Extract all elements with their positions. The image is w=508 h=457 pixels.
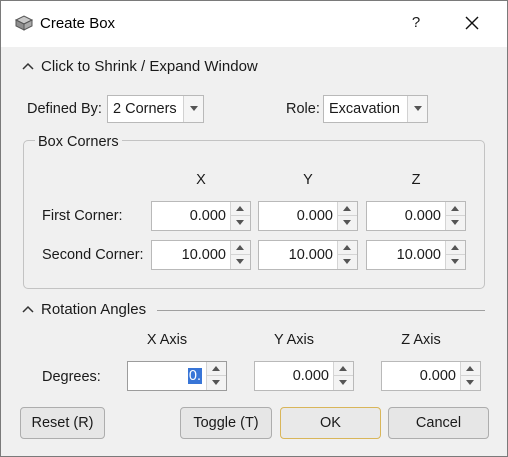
spin-down-icon[interactable] (446, 255, 465, 269)
spin-up-icon[interactable] (207, 362, 226, 376)
spin-down-icon[interactable] (207, 376, 226, 390)
spin-down-icon[interactable] (231, 255, 250, 269)
defined-by-label: Defined By: (27, 101, 102, 117)
section-divider (157, 310, 485, 311)
column-header-y: Y (303, 172, 313, 188)
shrink-expand-label: Click to Shrink / Expand Window (41, 58, 258, 75)
spin-down-icon[interactable] (334, 376, 353, 390)
second-corner-label: Second Corner: (42, 247, 144, 263)
first-corner-y-input[interactable]: 0.000 (258, 201, 358, 231)
defined-by-select[interactable]: 2 Corners (107, 95, 204, 123)
second-corner-x-input[interactable]: 10.000 (151, 240, 251, 270)
spin-up-icon[interactable] (461, 362, 480, 376)
box-corners-title: Box Corners (35, 134, 122, 150)
column-header-x-axis: X Axis (146, 332, 188, 348)
second-corner-x-value: 10.000 (181, 247, 226, 263)
spin-up-icon[interactable] (446, 202, 465, 216)
dropdown-arrow-icon[interactable] (183, 96, 203, 122)
spin-up-icon[interactable] (338, 241, 357, 255)
close-icon (465, 16, 479, 30)
title-bar: Create Box ? (1, 1, 507, 47)
second-corner-y-input[interactable]: 10.000 (258, 240, 358, 270)
rotation-z-value: 0.000 (419, 368, 456, 384)
rotation-y-value: 0.000 (292, 368, 329, 384)
spin-down-icon[interactable] (231, 216, 250, 230)
help-button[interactable]: ? (403, 9, 429, 37)
rotation-angles-toggle[interactable]: Rotation Angles (21, 301, 146, 318)
close-button[interactable] (457, 9, 487, 37)
spin-down-icon[interactable] (461, 376, 480, 390)
reset-button[interactable]: Reset (R) (20, 407, 105, 439)
rotation-x-input[interactable]: 0. (127, 361, 227, 391)
second-corner-y-value: 10.000 (288, 247, 333, 263)
first-corner-label: First Corner: (42, 208, 123, 224)
rotation-z-input[interactable]: 0.000 (381, 361, 481, 391)
shrink-expand-toggle[interactable]: Click to Shrink / Expand Window (21, 58, 258, 78)
second-corner-z-input[interactable]: 10.000 (366, 240, 466, 270)
first-corner-z-value: 0.000 (404, 208, 441, 224)
first-corner-y-value: 0.000 (296, 208, 333, 224)
dropdown-arrow-icon[interactable] (407, 96, 427, 122)
ok-button[interactable]: OK (280, 407, 381, 439)
spin-up-icon[interactable] (338, 202, 357, 216)
spin-down-icon[interactable] (338, 216, 357, 230)
rotation-angles-title: Rotation Angles (41, 301, 147, 318)
role-select[interactable]: Excavation (323, 95, 428, 123)
spin-up-icon[interactable] (334, 362, 353, 376)
window-title: Create Box (40, 15, 116, 32)
spin-down-icon[interactable] (446, 216, 465, 230)
spin-down-icon[interactable] (338, 255, 357, 269)
box-icon (14, 14, 34, 32)
rotation-y-input[interactable]: 0.000 (254, 361, 354, 391)
create-box-dialog: Create Box ? Click to Shrink / Expand Wi… (0, 0, 508, 457)
role-label: Role: (286, 101, 320, 117)
first-corner-x-value: 0.000 (189, 208, 226, 224)
column-header-z: Z (411, 172, 421, 188)
first-corner-x-input[interactable]: 0.000 (151, 201, 251, 231)
column-header-z-axis: Z Axis (401, 332, 441, 348)
spin-up-icon[interactable] (231, 202, 250, 216)
toggle-button[interactable]: Toggle (T) (180, 407, 272, 439)
column-header-x: X (196, 172, 206, 188)
rotation-x-value: 0. (187, 368, 202, 384)
second-corner-z-value: 10.000 (396, 247, 441, 263)
role-value: Excavation (329, 101, 400, 117)
cancel-button[interactable]: Cancel (388, 407, 489, 439)
column-header-y-axis: Y Axis (273, 332, 315, 348)
spin-up-icon[interactable] (231, 241, 250, 255)
defined-by-value: 2 Corners (113, 101, 177, 117)
first-corner-z-input[interactable]: 0.000 (366, 201, 466, 231)
chevron-up-icon (22, 62, 34, 70)
degrees-label: Degrees: (42, 369, 101, 385)
chevron-up-icon (22, 305, 34, 313)
spin-up-icon[interactable] (446, 241, 465, 255)
